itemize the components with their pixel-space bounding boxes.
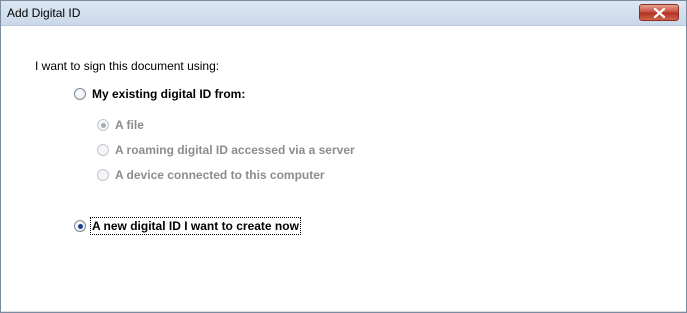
option-new-digital-id[interactable]: A new digital ID I want to create now [74,217,301,235]
radio-roaming-digital-id[interactable] [97,144,109,156]
window-title: Add Digital ID [7,6,81,20]
option-roaming-digital-id[interactable]: A roaming digital ID accessed via a serv… [97,142,355,158]
option-file-label: A file [115,118,144,132]
radio-a-file[interactable] [97,119,109,131]
sign-using-prompt: I want to sign this document using: [35,59,220,73]
radio-selected-dot [77,223,83,229]
option-roaming-label: A roaming digital ID accessed via a serv… [115,143,355,157]
radio-device-connected[interactable] [97,169,109,181]
close-button[interactable] [639,4,679,21]
radio-new-digital-id[interactable] [74,220,86,232]
radio-existing-digital-id[interactable] [74,88,86,100]
close-icon [653,8,666,18]
title-bar[interactable]: Add Digital ID [1,1,686,26]
option-device-connected[interactable]: A device connected to this computer [97,167,325,183]
option-existing-digital-id[interactable]: My existing digital ID from: [74,86,245,102]
option-a-file[interactable]: A file [97,117,144,133]
option-device-label: A device connected to this computer [115,168,325,182]
option-new-id-label: A new digital ID I want to create now [90,217,301,235]
radio-selected-dot [100,122,106,128]
option-existing-label: My existing digital ID from: [92,87,246,101]
add-digital-id-dialog: Add Digital ID I want to sign this docum… [0,0,687,313]
